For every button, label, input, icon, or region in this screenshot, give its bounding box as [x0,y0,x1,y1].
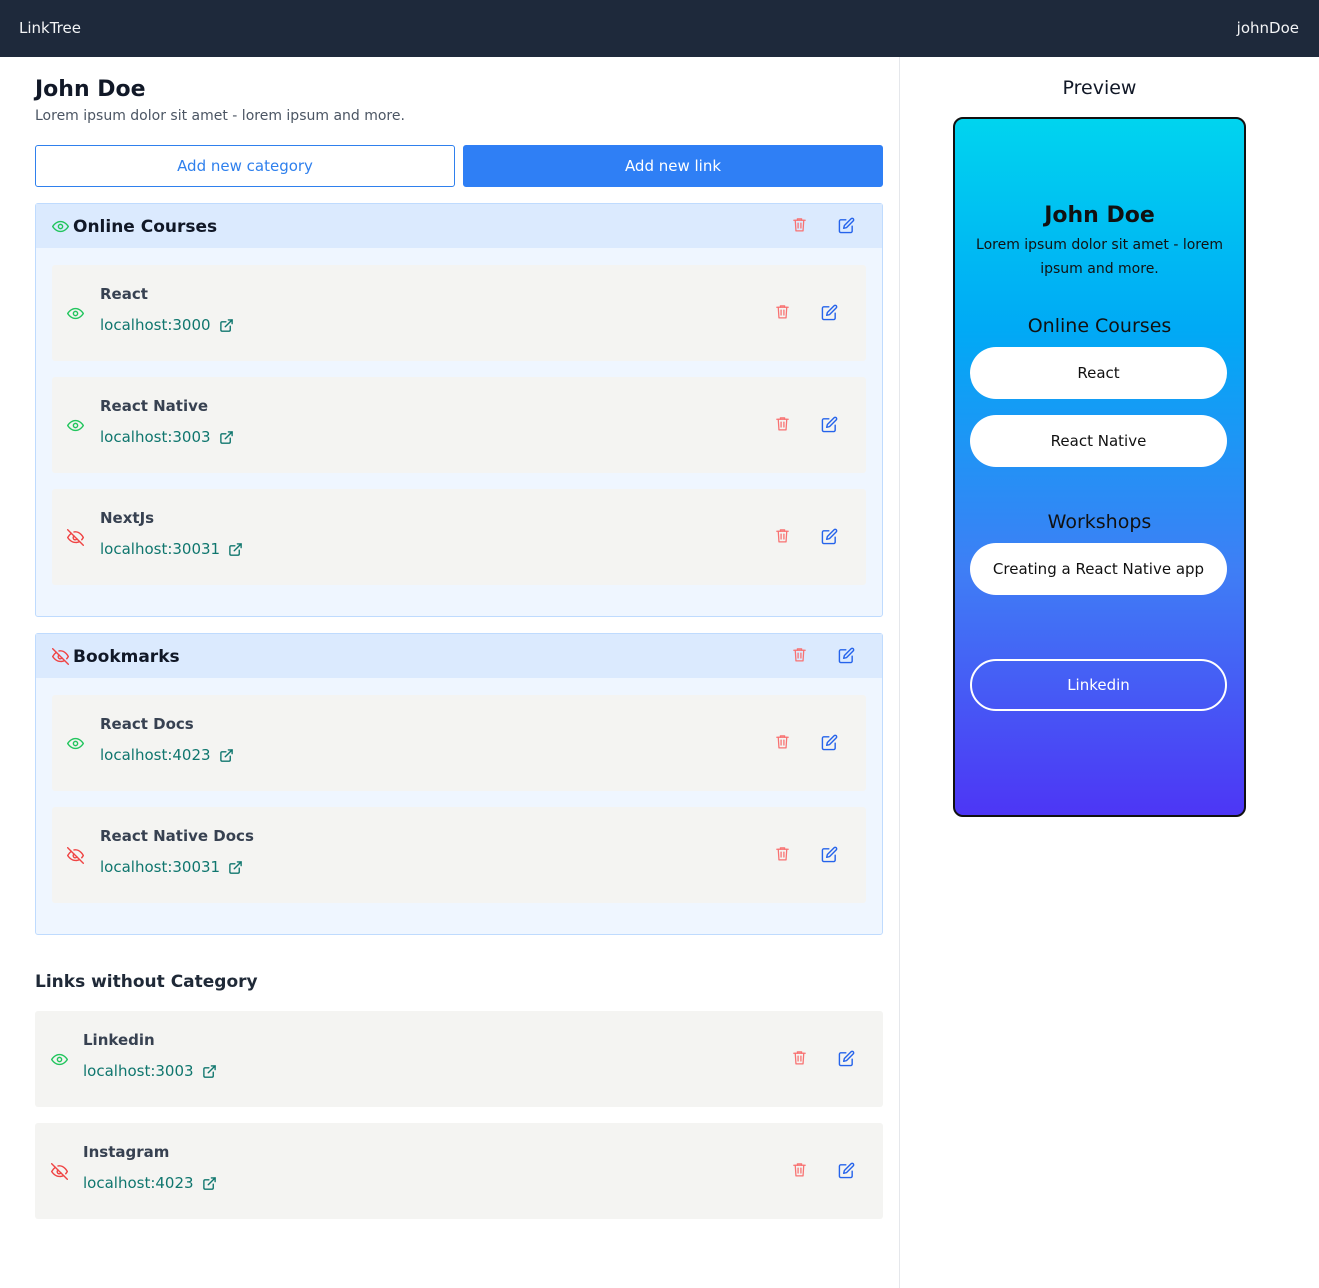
profile-bio: Lorem ipsum dolor sit amet - lorem ipsum… [35,108,405,124]
link-card: React Native Docs localhost:30031 [52,807,866,903]
eye-icon[interactable] [67,305,84,322]
eye-off-icon[interactable] [67,847,84,864]
trash-icon[interactable] [774,303,791,320]
category-title: Online Courses [73,217,218,237]
preview-bio: Lorem ipsum dolor sit amet - lorem ipsum… [976,237,1223,277]
eye-off-icon[interactable] [52,648,69,665]
link-url[interactable]: localhost:3000 [100,316,234,334]
link-card: Linkedin localhost:3003 [35,1011,883,1107]
link-title: Linkedin [83,1031,155,1049]
link-url[interactable]: localhost:3003 [100,428,234,446]
preview-link-button[interactable]: Creating a React Native app [970,543,1227,595]
trash-icon[interactable] [791,1049,808,1066]
link-url-text[interactable]: localhost:3003 [100,428,211,446]
edit-icon[interactable] [838,647,855,664]
eye-off-icon[interactable] [51,1163,68,1180]
preview-name: John Doe [1044,203,1155,228]
profile-name: John Doe [35,77,146,102]
link-card: Instagram localhost:4023 [35,1123,883,1219]
edit-icon[interactable] [838,217,855,234]
external-link-icon[interactable] [202,1064,217,1079]
external-link-icon[interactable] [219,748,234,763]
link-url[interactable]: localhost:30031 [100,858,243,876]
navbar: LinkTree johnDoe [0,0,1319,57]
trash-icon[interactable] [774,733,791,750]
preview-category-title: Workshops [1047,511,1152,533]
preview-link-button[interactable]: React [970,347,1227,399]
link-card: React Docs localhost:4023 [52,695,866,791]
link-title: React Native Docs [100,827,254,845]
category-card: Bookmarks React Docs localhost:4023 Reac… [35,633,883,935]
edit-icon[interactable] [821,416,838,433]
editor-panel: John Doe Lorem ipsum dolor sit amet - lo… [0,57,899,1288]
trash-icon[interactable] [791,216,808,233]
link-title: React Docs [100,715,194,733]
link-card: React Native localhost:3003 [52,377,866,473]
external-link-icon[interactable] [228,860,243,875]
eye-off-icon[interactable] [67,529,84,546]
category-header: Online Courses [36,204,882,248]
link-url[interactable]: localhost:4023 [83,1174,217,1192]
link-title: NextJs [100,509,155,527]
external-link-icon[interactable] [219,318,234,333]
link-url-text[interactable]: localhost:3003 [83,1062,194,1080]
edit-icon[interactable] [821,734,838,751]
link-url-text[interactable]: localhost:4023 [100,746,211,764]
link-title: React Native [100,397,209,415]
edit-icon[interactable] [838,1050,855,1067]
add-category-button[interactable]: Add new category [35,145,455,187]
edit-icon[interactable] [821,304,838,321]
external-link-icon[interactable] [202,1176,217,1191]
preview-panel: Preview John Doe Lorem ipsum dolor sit a… [900,57,1319,1288]
preview-category-title: Online Courses [1027,315,1172,337]
link-url-text[interactable]: localhost:30031 [100,858,220,876]
link-url[interactable]: localhost:3003 [83,1062,217,1080]
user-menu[interactable]: johnDoe [1237,19,1299,37]
link-title: React [100,285,148,303]
link-title: Instagram [83,1143,170,1161]
edit-icon[interactable] [821,846,838,863]
eye-icon[interactable] [51,1051,68,1068]
trash-icon[interactable] [791,1161,808,1178]
preview-title: Preview [1062,77,1137,99]
phone-preview: John Doe Lorem ipsum dolor sit amet - lo… [953,117,1246,817]
eye-icon[interactable] [67,417,84,434]
external-link-icon[interactable] [228,542,243,557]
brand-logo[interactable]: LinkTree [19,19,81,37]
link-url[interactable]: localhost:4023 [100,746,234,764]
link-url-text[interactable]: localhost:3000 [100,316,211,334]
link-url-text[interactable]: localhost:4023 [83,1174,194,1192]
trash-icon[interactable] [774,527,791,544]
link-card: React localhost:3000 [52,265,866,361]
category-title: Bookmarks [73,647,180,667]
link-card: NextJs localhost:30031 [52,489,866,585]
category-card: Online Courses React localhost:3000 Reac… [35,203,883,617]
link-url-text[interactable]: localhost:30031 [100,540,220,558]
preview-link-button[interactable]: Linkedin [970,659,1227,711]
category-header: Bookmarks [36,634,882,678]
link-url[interactable]: localhost:30031 [100,540,243,558]
eye-icon[interactable] [52,218,69,235]
eye-icon[interactable] [67,735,84,752]
edit-icon[interactable] [821,528,838,545]
external-link-icon[interactable] [219,430,234,445]
trash-icon[interactable] [791,646,808,663]
add-link-button[interactable]: Add new link [463,145,883,187]
preview-link-button[interactable]: React Native [970,415,1227,467]
uncategorized-title: Links without Category [35,972,258,992]
trash-icon[interactable] [774,415,791,432]
trash-icon[interactable] [774,845,791,862]
edit-icon[interactable] [838,1162,855,1179]
